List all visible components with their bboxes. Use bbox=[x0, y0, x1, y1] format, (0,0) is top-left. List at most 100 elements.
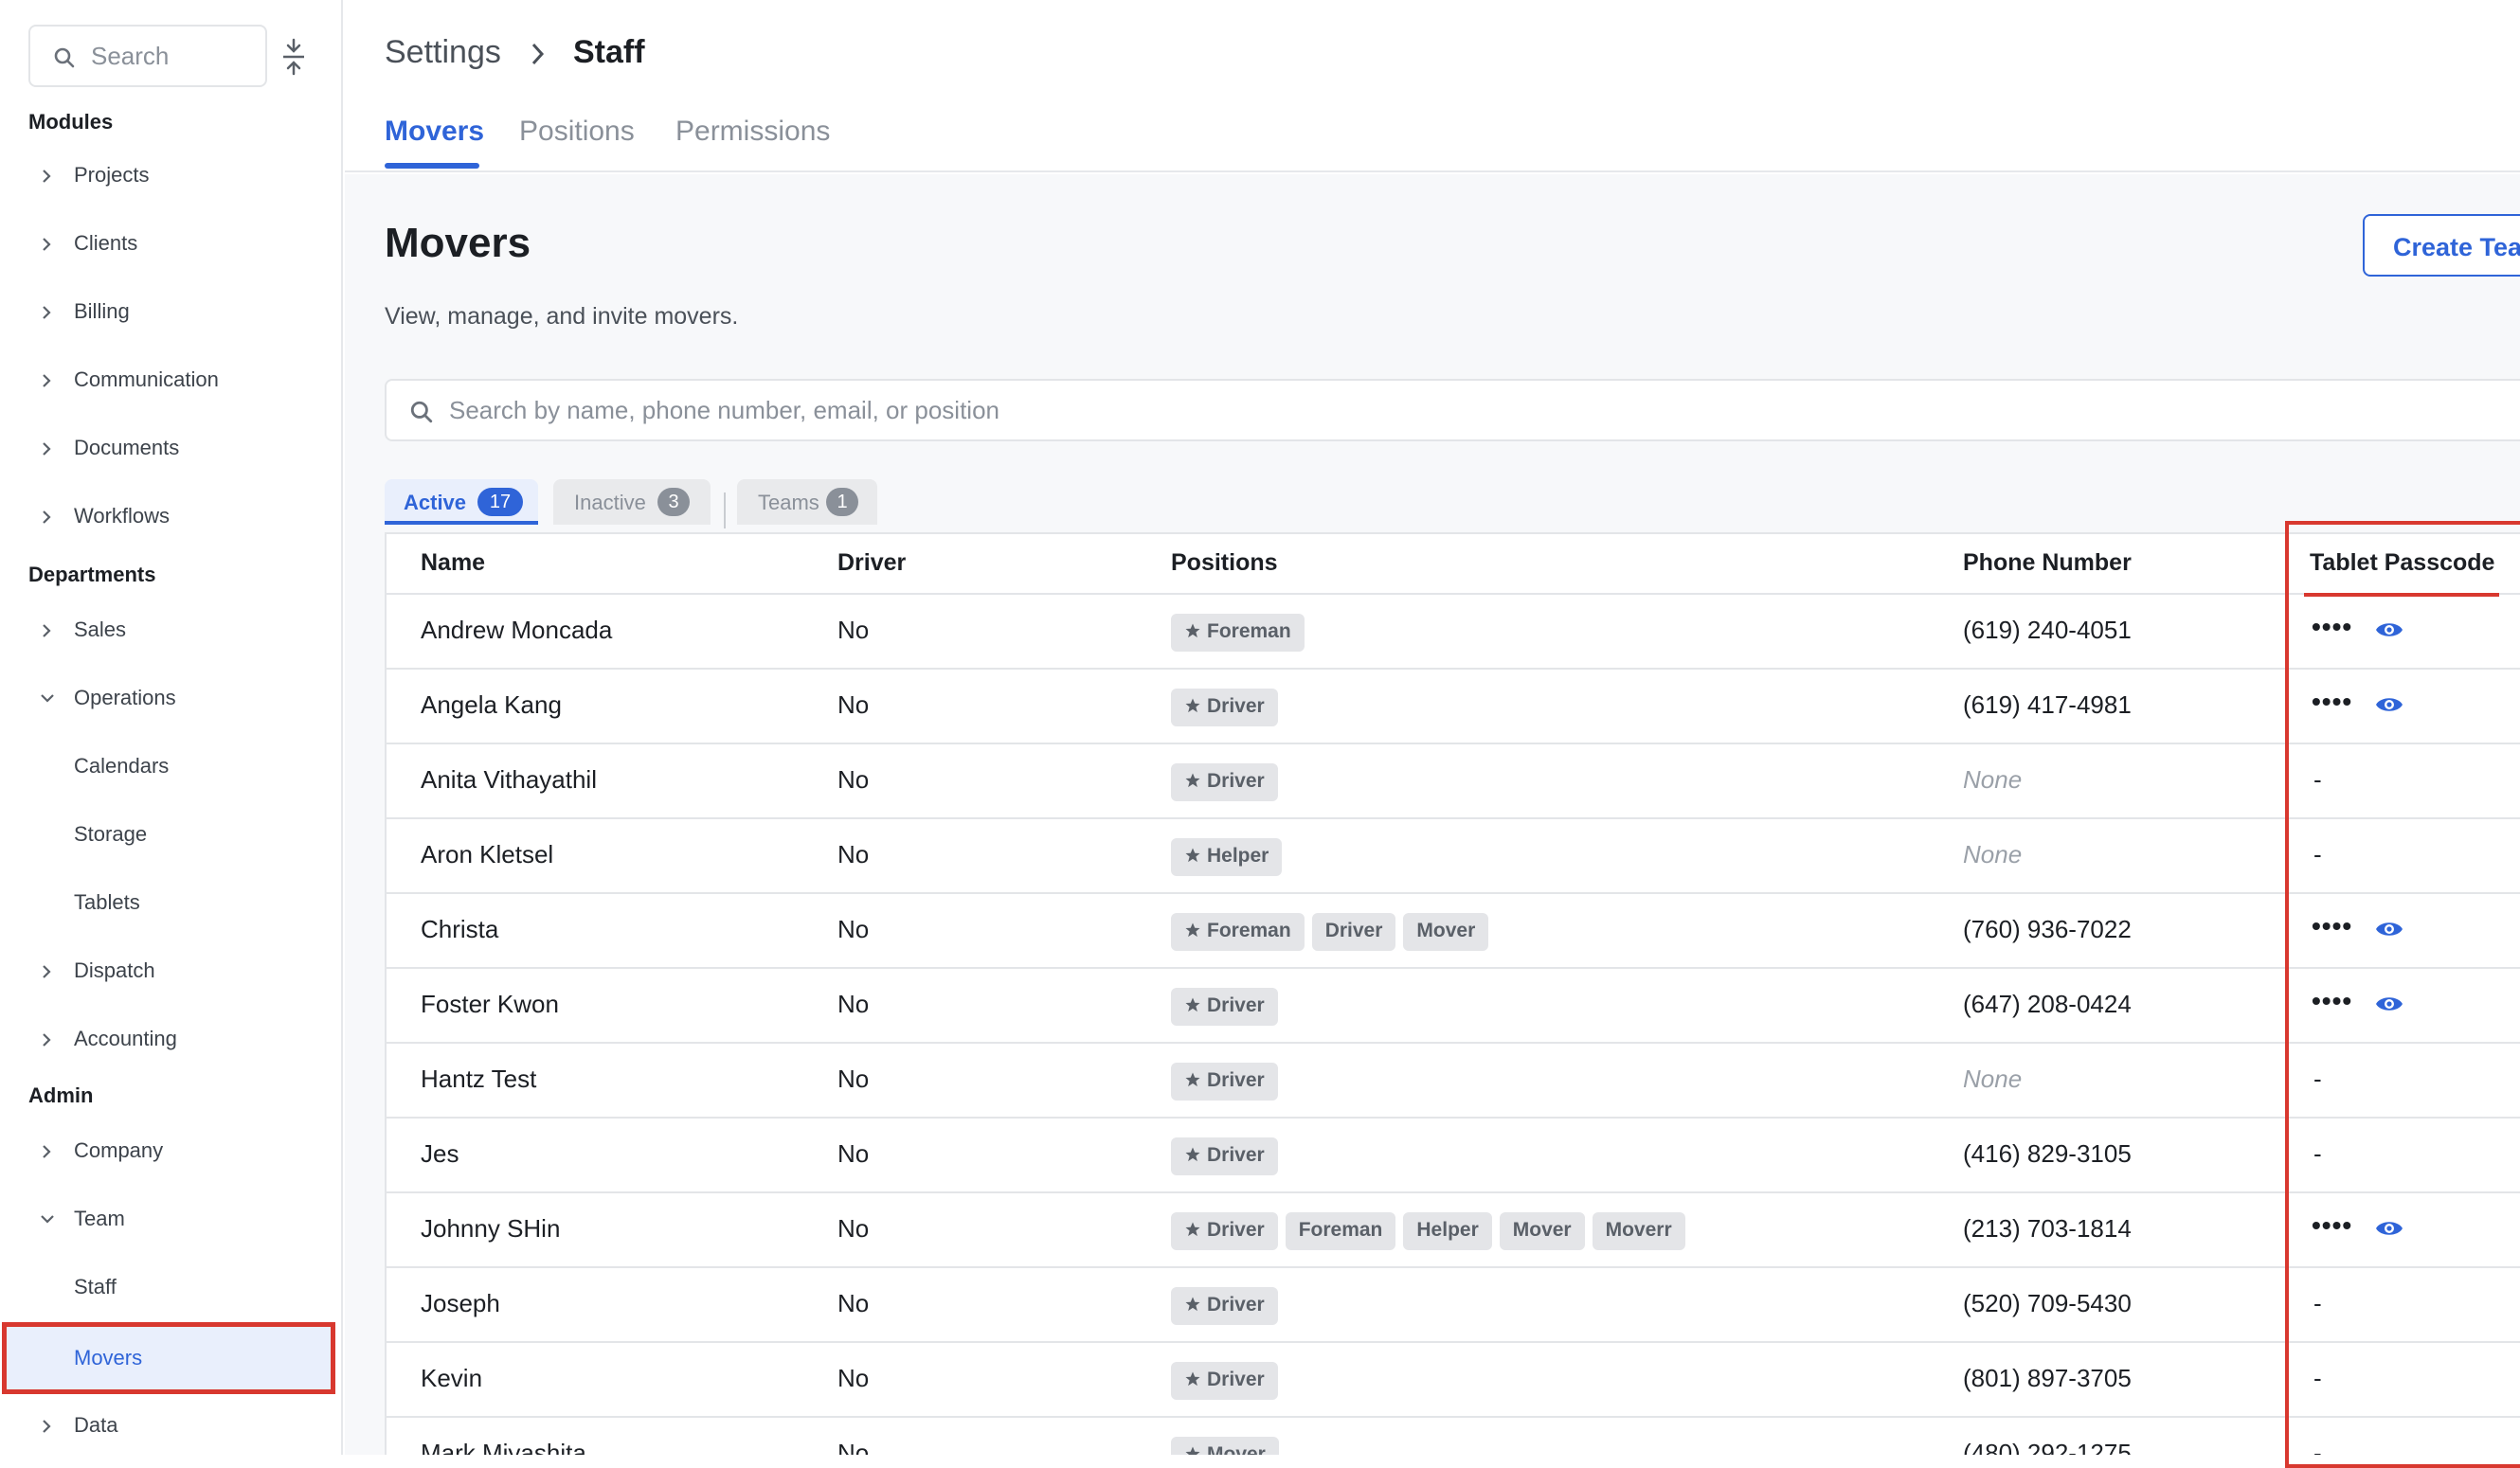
cell-name[interactable]: Foster Kwon bbox=[421, 990, 559, 1019]
sidebar-item-label: Accounting bbox=[74, 1027, 177, 1050]
sidebar-item-label: Movers bbox=[74, 1346, 143, 1370]
table-row[interactable]: Jes No Driver (416) 829-3105 - bbox=[387, 1119, 2520, 1193]
tab-permissions[interactable]: Permissions bbox=[675, 116, 830, 148]
chevron-right-icon bbox=[43, 1033, 51, 1047]
column-header-positions[interactable]: Positions bbox=[1171, 549, 1278, 577]
sidebar-item-clients[interactable]: Clients bbox=[0, 216, 341, 273]
sidebar-item-projects[interactable]: Projects bbox=[0, 148, 341, 205]
cell-name[interactable]: Mark Miyashita bbox=[421, 1439, 586, 1455]
tab-movers[interactable]: Movers bbox=[385, 116, 484, 148]
movers-table: Name Driver Positions Phone Number Table… bbox=[385, 532, 2520, 1455]
star-icon bbox=[1185, 623, 1200, 638]
cell-name[interactable]: Jes bbox=[421, 1139, 459, 1169]
cell-driver: No bbox=[837, 1139, 870, 1168]
position-tag: Helper bbox=[1171, 838, 1283, 876]
cell-name[interactable]: Andrew Moncada bbox=[421, 616, 612, 645]
cell-name[interactable]: Anita Vithayathil bbox=[421, 765, 597, 795]
sidebar-item-label: Billing bbox=[74, 299, 130, 323]
table-row[interactable]: Aron Kletsel No Helper None - bbox=[387, 819, 2520, 894]
sidebar-item-tablets[interactable]: Tablets bbox=[0, 875, 341, 932]
sidebar-item-documents[interactable]: Documents bbox=[0, 421, 341, 477]
table-row[interactable]: Kevin No Driver (801) 897-3705 - bbox=[387, 1343, 2520, 1418]
sidebar-item-label: Tablets bbox=[74, 890, 140, 914]
sidebar-item-storage[interactable]: Storage bbox=[0, 807, 341, 864]
sidebar-section-admin: Admin bbox=[28, 1083, 94, 1107]
sidebar-item-calendars[interactable]: Calendars bbox=[0, 739, 341, 796]
star-icon bbox=[1185, 1147, 1200, 1162]
chevron-right-icon bbox=[43, 170, 51, 183]
position-label: Foreman bbox=[1298, 1219, 1383, 1241]
cell-phone: (480) 292-1275 bbox=[1963, 1439, 2132, 1455]
sidebar-item-workflows[interactable]: Workflows bbox=[0, 489, 341, 546]
eye-icon[interactable] bbox=[2374, 694, 2404, 715]
position-tag: Moverr bbox=[1592, 1212, 1685, 1250]
cell-name[interactable]: Christa bbox=[421, 915, 498, 944]
table-row[interactable]: Hantz Test No Driver None - bbox=[387, 1044, 2520, 1119]
sidebar-item-label: Communication bbox=[74, 367, 219, 391]
column-header-driver[interactable]: Driver bbox=[837, 549, 906, 577]
position-label: Mover bbox=[1512, 1219, 1572, 1241]
filter-teams[interactable]: Teams 1 bbox=[737, 479, 877, 525]
star-icon bbox=[1185, 1371, 1200, 1387]
table-row[interactable]: Angela Kang No Driver (619) 417-4981 •••• bbox=[387, 670, 2520, 744]
sidebar-item-staff[interactable]: Staff bbox=[0, 1260, 341, 1316]
sidebar-item-label: Operations bbox=[74, 686, 176, 709]
position-label: Driver bbox=[1207, 1369, 1265, 1390]
sidebar-item-sales[interactable]: Sales bbox=[0, 602, 341, 659]
column-header-phone[interactable]: Phone Number bbox=[1963, 549, 2132, 577]
column-header-name[interactable]: Name bbox=[421, 549, 485, 577]
filter-active[interactable]: Active 17 bbox=[385, 479, 538, 525]
cell-positions: Foreman bbox=[1171, 614, 1305, 652]
eye-icon[interactable] bbox=[2374, 619, 2404, 640]
sidebar-item-dispatch[interactable]: Dispatch bbox=[0, 943, 341, 1000]
sidebar-item-data[interactable]: Data bbox=[0, 1398, 341, 1455]
eye-icon[interactable] bbox=[2374, 919, 2404, 940]
sidebar-item-label: Clients bbox=[74, 231, 138, 255]
create-team-button[interactable]: Create Tear bbox=[2363, 214, 2520, 277]
cell-positions: Driver bbox=[1171, 763, 1278, 801]
movers-search-input[interactable]: Search by name, phone number, email, or … bbox=[385, 379, 2520, 441]
sidebar-item-company[interactable]: Company bbox=[0, 1123, 341, 1180]
table-row[interactable]: Christa No Foreman Driver Mover (760) 936-702… bbox=[387, 894, 2520, 969]
table-row[interactable]: Foster Kwon No Driver (647) 208-0424 •••• bbox=[387, 969, 2520, 1044]
cell-driver: No bbox=[837, 1364, 870, 1392]
cell-positions: Driver bbox=[1171, 1137, 1278, 1175]
table-row[interactable]: Anita Vithayathil No Driver None - bbox=[387, 744, 2520, 819]
table-row[interactable]: Joseph No Driver (520) 709-5430 - bbox=[387, 1268, 2520, 1343]
cell-name[interactable]: Hantz Test bbox=[421, 1065, 536, 1094]
sidebar-item-communication[interactable]: Communication bbox=[0, 352, 341, 409]
table-row[interactable]: Johnny SHin No Driver Foreman Helper Mover Mov… bbox=[387, 1193, 2520, 1268]
breadcrumb-settings[interactable]: Settings bbox=[385, 34, 501, 71]
position-tag: Foreman bbox=[1171, 913, 1305, 951]
page-subtitle: View, manage, and invite movers. bbox=[385, 303, 739, 330]
eye-icon[interactable] bbox=[2374, 1218, 2404, 1239]
position-tag: Driver bbox=[1171, 1287, 1278, 1325]
sidebar-item-operations[interactable]: Operations bbox=[0, 671, 341, 727]
table-row[interactable]: Mark Miyashita No Mover (480) 292-1275 - bbox=[387, 1418, 2520, 1455]
cell-name[interactable]: Angela Kang bbox=[421, 690, 562, 720]
sidebar-item-accounting[interactable]: Accounting bbox=[0, 1011, 341, 1068]
sidebar-item-movers[interactable]: Movers bbox=[2, 1322, 335, 1394]
sidebar-item-billing[interactable]: Billing bbox=[0, 284, 341, 341]
position-tag: Driver bbox=[1171, 1212, 1278, 1250]
filter-divider bbox=[724, 492, 726, 528]
table-row[interactable]: Andrew Moncada No Foreman (619) 240-4051 •••… bbox=[387, 595, 2520, 670]
position-label: Driver bbox=[1207, 1294, 1265, 1316]
sidebar-item-team[interactable]: Team bbox=[0, 1191, 341, 1248]
passcode-masked: •••• bbox=[2312, 911, 2353, 940]
breadcrumb-staff: Staff bbox=[573, 34, 645, 70]
column-header-tablet-passcode[interactable]: Tablet Passcode bbox=[2310, 549, 2494, 577]
tab-positions[interactable]: Positions bbox=[519, 116, 635, 148]
cell-name[interactable]: Johnny SHin bbox=[421, 1214, 560, 1244]
cell-name[interactable]: Kevin bbox=[421, 1364, 482, 1393]
position-label: Driver bbox=[1207, 695, 1265, 717]
collapse-expand-icon[interactable] bbox=[280, 38, 307, 76]
cell-driver: No bbox=[837, 990, 870, 1018]
cell-name[interactable]: Joseph bbox=[421, 1289, 500, 1318]
eye-icon[interactable] bbox=[2374, 994, 2404, 1014]
filter-inactive[interactable]: Inactive 3 bbox=[553, 479, 711, 525]
cell-name[interactable]: Aron Kletsel bbox=[421, 840, 553, 869]
position-tag: Mover bbox=[1499, 1212, 1585, 1250]
table-body: Andrew Moncada No Foreman (619) 240-4051 •••… bbox=[387, 595, 2520, 1455]
sidebar-search-input[interactable]: Search bbox=[28, 25, 267, 87]
